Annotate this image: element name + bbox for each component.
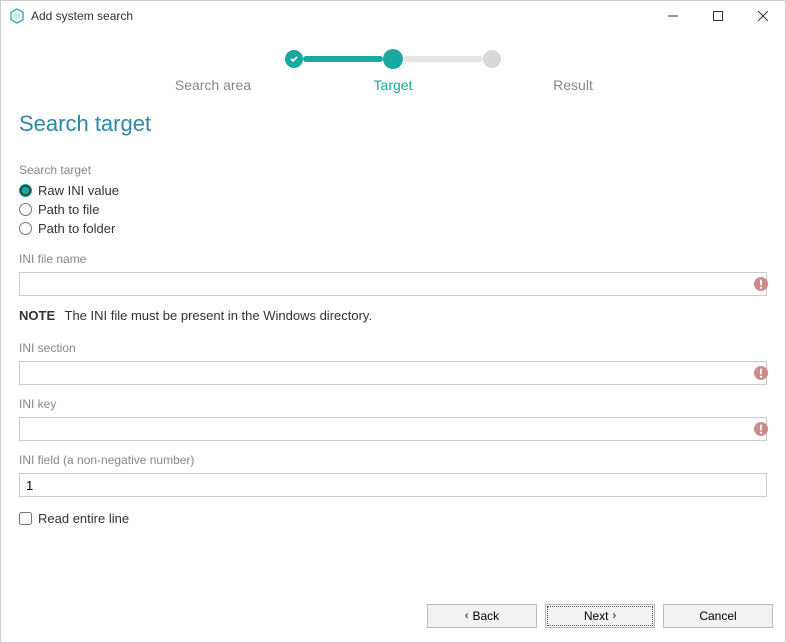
read-entire-line-label: Read entire line bbox=[38, 511, 129, 526]
radio-raw-ini[interactable]: Raw INI value bbox=[19, 183, 767, 198]
ini-key-row bbox=[19, 417, 767, 441]
step-label-1: Search area bbox=[123, 77, 303, 93]
error-icon bbox=[753, 365, 769, 381]
check-icon bbox=[289, 54, 299, 64]
note-row: NOTE The INI file must be present in the… bbox=[19, 308, 767, 323]
ini-file-name-label: INI file name bbox=[19, 252, 767, 266]
step-line-1 bbox=[303, 56, 383, 62]
ini-field-label: INI field (a non-negative number) bbox=[19, 453, 767, 467]
note-text: The INI file must be present in the Wind… bbox=[65, 308, 373, 323]
close-button[interactable] bbox=[740, 1, 785, 31]
ini-section-input[interactable] bbox=[19, 361, 767, 385]
content-area: Search area Target Result Search target … bbox=[1, 31, 785, 598]
footer: ‹ Back Next › Cancel bbox=[1, 598, 785, 642]
ini-field-input[interactable] bbox=[19, 473, 767, 497]
error-icon bbox=[753, 421, 769, 437]
radio-raw-ini-label: Raw INI value bbox=[38, 183, 119, 198]
ini-key-label: INI key bbox=[19, 397, 767, 411]
read-entire-line-input[interactable] bbox=[19, 512, 32, 525]
radio-path-file-label: Path to file bbox=[38, 202, 99, 217]
ini-section-row bbox=[19, 361, 767, 385]
ini-file-name-row bbox=[19, 272, 767, 296]
error-icon bbox=[753, 276, 769, 292]
next-button[interactable]: Next › bbox=[545, 604, 655, 628]
stepper bbox=[19, 49, 767, 69]
cancel-button-label: Cancel bbox=[699, 609, 736, 623]
radio-path-folder-label: Path to folder bbox=[38, 221, 115, 236]
page-title: Search target bbox=[19, 111, 767, 137]
note-prefix: NOTE bbox=[19, 308, 55, 323]
search-target-label: Search target bbox=[19, 163, 767, 177]
radio-path-folder-input[interactable] bbox=[19, 222, 32, 235]
radio-raw-ini-input[interactable] bbox=[19, 184, 32, 197]
step-2-circle bbox=[383, 49, 403, 69]
read-entire-line-checkbox[interactable]: Read entire line bbox=[19, 511, 767, 526]
window-title: Add system search bbox=[31, 9, 650, 23]
search-target-radio-group: Raw INI value Path to file Path to folde… bbox=[19, 183, 767, 240]
back-button[interactable]: ‹ Back bbox=[427, 604, 537, 628]
step-label-2: Target bbox=[303, 77, 483, 93]
ini-file-name-input[interactable] bbox=[19, 272, 767, 296]
maximize-button[interactable] bbox=[695, 1, 740, 31]
cancel-button[interactable]: Cancel bbox=[663, 604, 773, 628]
radio-path-file[interactable]: Path to file bbox=[19, 202, 767, 217]
next-button-label: Next bbox=[584, 609, 609, 623]
ini-section-label: INI section bbox=[19, 341, 767, 355]
ini-key-input[interactable] bbox=[19, 417, 767, 441]
step-3-circle bbox=[483, 50, 501, 68]
step-label-3: Result bbox=[483, 77, 663, 93]
minimize-button[interactable] bbox=[650, 1, 695, 31]
chevron-left-icon: ‹ bbox=[465, 610, 469, 622]
back-button-label: Back bbox=[472, 609, 499, 623]
radio-path-file-input[interactable] bbox=[19, 203, 32, 216]
chevron-right-icon: › bbox=[613, 610, 617, 622]
stepper-labels: Search area Target Result bbox=[19, 77, 767, 93]
radio-path-folder[interactable]: Path to folder bbox=[19, 221, 767, 236]
step-1-circle bbox=[285, 50, 303, 68]
app-icon bbox=[9, 8, 25, 24]
ini-field-row bbox=[19, 473, 767, 497]
step-line-2 bbox=[403, 56, 483, 62]
titlebar: Add system search bbox=[1, 1, 785, 31]
